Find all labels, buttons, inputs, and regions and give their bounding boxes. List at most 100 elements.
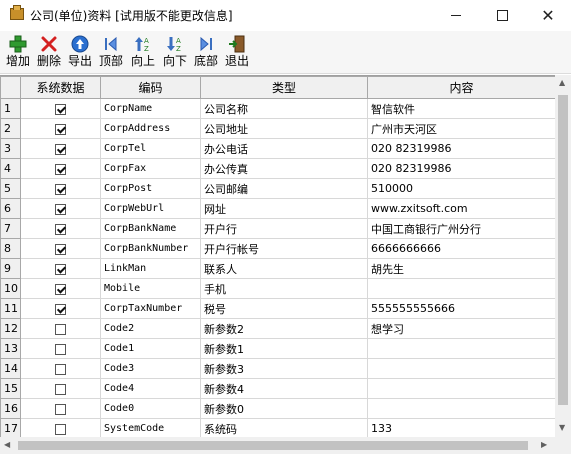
table-row[interactable]: 17 SystemCode 系统码 133 <box>0 418 555 438</box>
column-header-content[interactable]: 内容 <box>367 76 555 99</box>
row-number[interactable]: 3 <box>0 138 21 159</box>
code-cell[interactable]: CorpFax <box>100 158 201 179</box>
code-cell[interactable]: CorpPost <box>100 178 201 199</box>
system-data-checkbox[interactable] <box>55 263 66 275</box>
system-data-cell[interactable] <box>20 318 101 339</box>
system-data-checkbox[interactable] <box>55 183 66 195</box>
content-cell[interactable]: 智信软件 <box>367 98 555 119</box>
system-data-checkbox[interactable] <box>55 163 66 175</box>
row-number[interactable]: 10 <box>0 278 21 299</box>
content-cell[interactable]: 510000 <box>367 178 555 199</box>
table-row[interactable]: 7 CorpBankName 开户行 中国工商银行广州分行 <box>0 218 555 239</box>
system-data-checkbox[interactable] <box>55 303 66 315</box>
content-cell[interactable]: 中国工商银行广州分行 <box>367 218 555 239</box>
code-cell[interactable]: Mobile <box>100 278 201 299</box>
table-row[interactable]: 4 CorpFax 办公传真 020 82319986 <box>0 158 555 179</box>
content-cell[interactable] <box>367 338 555 359</box>
content-cell[interactable]: 胡先生 <box>367 258 555 279</box>
row-number[interactable]: 12 <box>0 318 21 339</box>
table-row[interactable]: 11 CorpTaxNumber 税号 555555555666 <box>0 298 555 319</box>
content-cell[interactable]: 555555555666 <box>367 298 555 319</box>
code-cell[interactable]: SystemCode <box>100 418 201 438</box>
code-cell[interactable]: CorpTel <box>100 138 201 159</box>
system-data-cell[interactable] <box>20 298 101 319</box>
type-cell[interactable]: 新参数4 <box>200 378 368 399</box>
content-cell[interactable] <box>367 398 555 419</box>
close-button[interactable]: ✕ <box>525 0 571 31</box>
code-cell[interactable]: CorpName <box>100 98 201 119</box>
type-cell[interactable]: 公司地址 <box>200 118 368 139</box>
system-data-checkbox[interactable] <box>55 103 66 115</box>
up-button[interactable]: A Z 向上 <box>127 33 159 71</box>
row-number[interactable]: 11 <box>0 298 21 319</box>
system-data-checkbox[interactable] <box>55 123 66 135</box>
add-button[interactable]: 增加 <box>2 33 34 71</box>
row-number[interactable]: 16 <box>0 398 21 419</box>
bottom-button[interactable]: 底部 <box>190 33 222 71</box>
code-cell[interactable]: LinkMan <box>100 258 201 279</box>
table-row[interactable]: 15 Code4 新参数4 <box>0 378 555 399</box>
type-cell[interactable]: 办公传真 <box>200 158 368 179</box>
column-header-type[interactable]: 类型 <box>200 76 368 99</box>
code-cell[interactable]: Code2 <box>100 318 201 339</box>
table-row[interactable]: 5 CorpPost 公司邮编 510000 <box>0 178 555 199</box>
system-data-checkbox[interactable] <box>55 343 66 355</box>
content-cell[interactable] <box>367 358 555 379</box>
system-data-checkbox[interactable] <box>55 383 66 395</box>
type-cell[interactable]: 开户行 <box>200 218 368 239</box>
table-row[interactable]: 14 Code3 新参数3 <box>0 358 555 379</box>
type-cell[interactable]: 税号 <box>200 298 368 319</box>
table-row[interactable]: 16 Code0 新参数0 <box>0 398 555 419</box>
system-data-cell[interactable] <box>20 278 101 299</box>
system-data-cell[interactable] <box>20 398 101 419</box>
system-data-checkbox[interactable] <box>55 323 66 335</box>
minimize-button[interactable] <box>433 0 479 31</box>
system-data-cell[interactable] <box>20 158 101 179</box>
type-cell[interactable]: 公司邮编 <box>200 178 368 199</box>
code-cell[interactable]: CorpAddress <box>100 118 201 139</box>
scroll-down-arrow-icon[interactable]: ▼ <box>559 423 565 432</box>
system-data-cell[interactable] <box>20 338 101 359</box>
type-cell[interactable]: 办公电话 <box>200 138 368 159</box>
system-data-cell[interactable] <box>20 218 101 239</box>
scroll-up-arrow-icon[interactable]: ▲ <box>559 78 565 87</box>
content-cell[interactable] <box>367 378 555 399</box>
system-data-checkbox[interactable] <box>55 223 66 235</box>
row-number[interactable]: 15 <box>0 378 21 399</box>
system-data-cell[interactable] <box>20 118 101 139</box>
system-data-cell[interactable] <box>20 138 101 159</box>
content-cell[interactable]: 广州市天河区 <box>367 118 555 139</box>
row-number[interactable]: 6 <box>0 198 21 219</box>
row-number[interactable]: 8 <box>0 238 21 259</box>
delete-button[interactable]: 删除 <box>33 33 65 71</box>
code-cell[interactable]: CorpBankNumber <box>100 238 201 259</box>
system-data-checkbox[interactable] <box>55 363 66 375</box>
content-cell[interactable]: 020 82319986 <box>367 138 555 159</box>
table-row[interactable]: 12 Code2 新参数2 想学习 <box>0 318 555 339</box>
table-row[interactable]: 3 CorpTel 办公电话 020 82319986 <box>0 138 555 159</box>
row-number[interactable]: 7 <box>0 218 21 239</box>
horizontal-scrollbar[interactable]: ◀ ▶ <box>0 437 555 454</box>
type-cell[interactable]: 新参数1 <box>200 338 368 359</box>
row-number[interactable]: 17 <box>0 418 21 438</box>
column-header-code[interactable]: 编码 <box>100 76 201 99</box>
system-data-cell[interactable] <box>20 98 101 119</box>
system-data-checkbox[interactable] <box>55 203 66 215</box>
type-cell[interactable]: 新参数3 <box>200 358 368 379</box>
content-cell[interactable]: 133 <box>367 418 555 438</box>
table-row[interactable]: 8 CorpBankNumber 开户行帐号 6666666666 <box>0 238 555 259</box>
type-cell[interactable]: 公司名称 <box>200 98 368 119</box>
top-button[interactable]: 顶部 <box>95 33 127 71</box>
system-data-cell[interactable] <box>20 418 101 438</box>
type-cell[interactable]: 新参数0 <box>200 398 368 419</box>
code-cell[interactable]: Code0 <box>100 398 201 419</box>
type-cell[interactable]: 手机 <box>200 278 368 299</box>
type-cell[interactable]: 联系人 <box>200 258 368 279</box>
code-cell[interactable]: CorpWebUrl <box>100 198 201 219</box>
row-number[interactable]: 4 <box>0 158 21 179</box>
type-cell[interactable]: 开户行帐号 <box>200 238 368 259</box>
system-data-checkbox[interactable] <box>55 403 66 415</box>
row-number[interactable]: 5 <box>0 178 21 199</box>
code-cell[interactable]: Code4 <box>100 378 201 399</box>
export-button[interactable]: 导出 <box>64 33 96 71</box>
